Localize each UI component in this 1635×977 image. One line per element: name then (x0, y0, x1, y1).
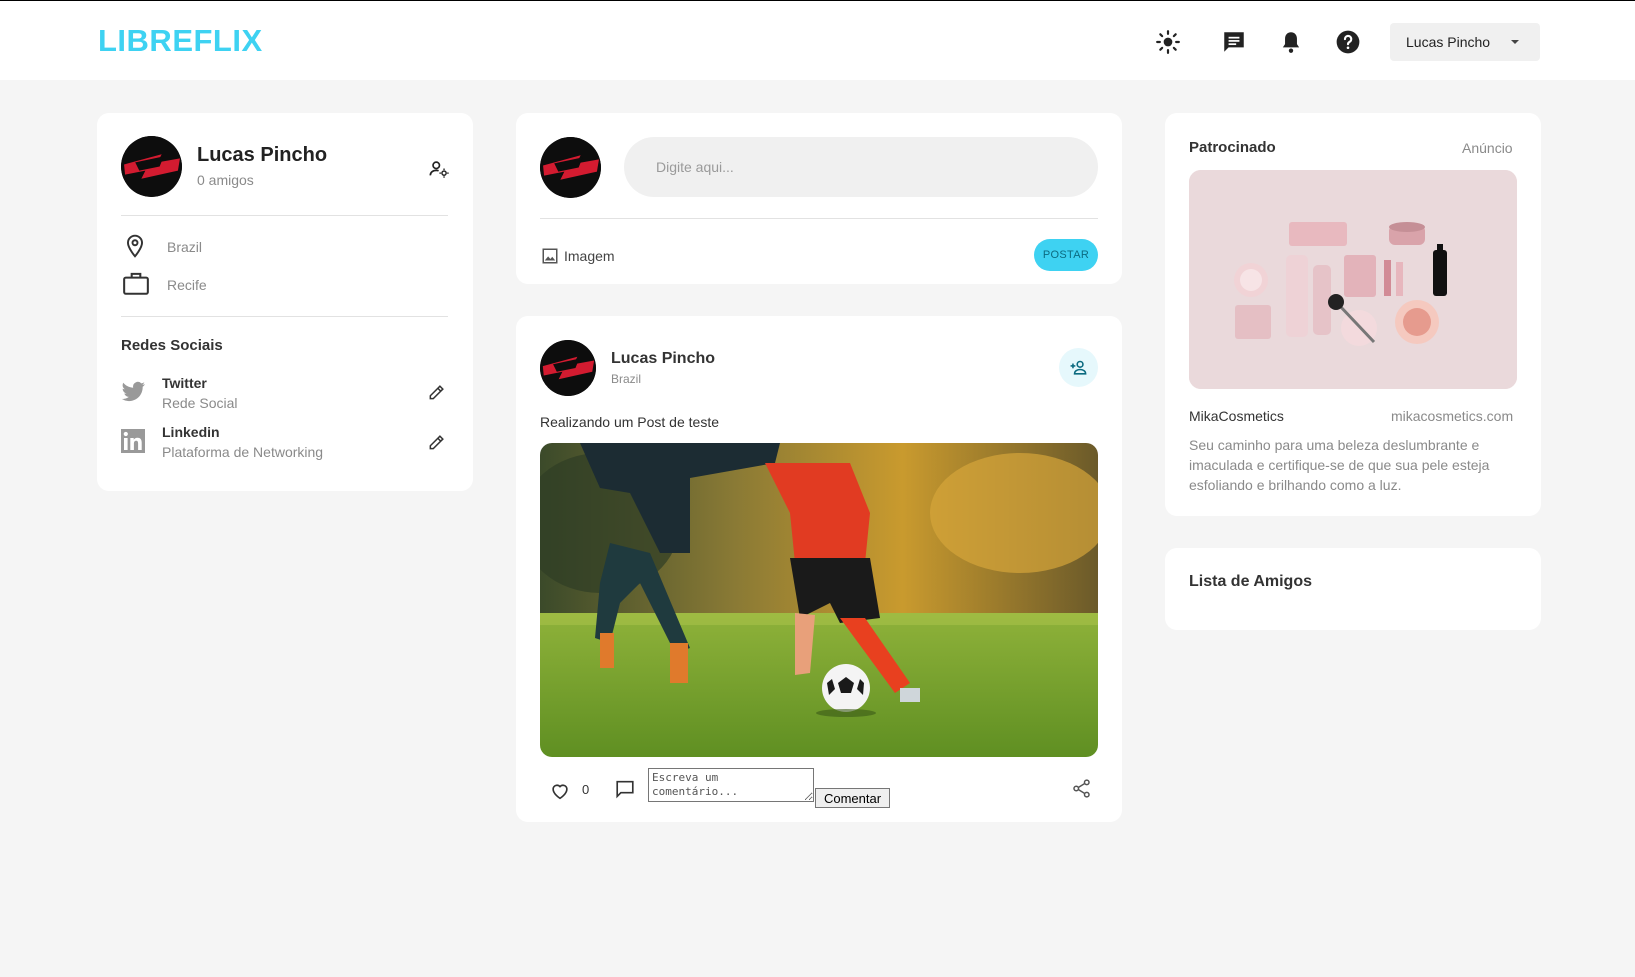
profile-work: Recife (167, 277, 207, 293)
ad-label: Anúncio (1462, 140, 1513, 156)
twitter-icon (121, 381, 146, 403)
help-icon[interactable] (1335, 29, 1361, 55)
profile-friends-count: 0 amigos (197, 172, 254, 188)
ad-url[interactable]: mikacosmetics.com (1391, 408, 1513, 424)
comment-input[interactable] (648, 768, 814, 802)
app-logo[interactable]: LIBREFLIX (98, 23, 263, 59)
composer-avatar (540, 137, 601, 198)
user-menu-label: Lucas Pincho (1406, 34, 1491, 50)
navbar: LIBREFLIX Lucas Pincho (0, 1, 1635, 80)
edit-pencil-icon[interactable] (427, 432, 447, 452)
comment-icon[interactable] (614, 778, 636, 800)
profile-divider (121, 215, 448, 216)
profile-divider (121, 316, 448, 317)
post-author-name[interactable]: Lucas Pincho (611, 350, 715, 368)
image-icon[interactable] (541, 247, 559, 265)
social-networks-heading: Redes Sociais (121, 337, 223, 354)
post-text-input[interactable] (624, 137, 1098, 197)
post-text: Realizando um Post de teste (540, 414, 719, 430)
briefcase-icon (122, 270, 150, 296)
composer-divider (540, 218, 1098, 219)
share-icon[interactable] (1071, 778, 1092, 799)
social-linkedin-subtitle: Plataforma de Networking (162, 444, 324, 460)
social-twitter-subtitle: Rede Social (162, 395, 238, 411)
ad-brand[interactable]: MikaCosmetics (1189, 408, 1284, 424)
add-image-label[interactable]: Imagem (564, 248, 615, 264)
post-image[interactable] (540, 443, 1098, 757)
friends-list-heading: Lista de Amigos (1189, 573, 1312, 590)
comment-submit-button[interactable]: Comentar (815, 788, 890, 808)
profile-avatar[interactable] (121, 136, 182, 197)
post-author-avatar[interactable] (540, 340, 596, 396)
profile-name[interactable]: Lucas Pincho (197, 144, 327, 167)
like-count: 0 (582, 782, 590, 797)
post-author-location: Brazil (611, 372, 642, 386)
sponsored-heading: Patrocinado (1189, 139, 1276, 156)
manage-account-icon[interactable] (428, 158, 450, 180)
profile-location: Brazil (167, 239, 203, 255)
message-icon[interactable] (1221, 29, 1247, 55)
like-heart-icon[interactable] (549, 780, 571, 802)
social-twitter-name[interactable]: Twitter (162, 375, 207, 391)
post-button[interactable]: POSTAR (1034, 239, 1098, 271)
linkedin-icon (121, 429, 145, 453)
user-menu-dropdown[interactable]: Lucas Pincho (1390, 23, 1540, 61)
edit-pencil-icon[interactable] (427, 382, 447, 402)
notification-bell-icon[interactable] (1278, 29, 1304, 55)
social-linkedin-name[interactable]: Linkedin (162, 424, 220, 440)
add-friend-button[interactable] (1059, 348, 1098, 387)
location-pin-icon (122, 233, 148, 259)
ad-image[interactable] (1189, 170, 1517, 389)
ad-description: Seu caminho para uma beleza deslumbrante… (1189, 437, 1490, 493)
chevron-down-icon (1507, 34, 1523, 50)
person-add-icon (1070, 360, 1087, 375)
light-mode-icon[interactable] (1155, 29, 1181, 55)
